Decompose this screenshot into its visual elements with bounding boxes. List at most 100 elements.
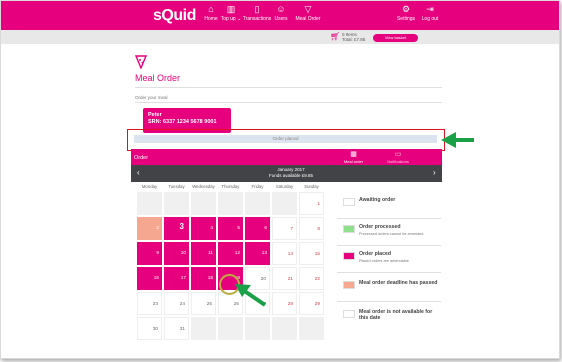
- weekday-header: Tuesday: [168, 184, 185, 189]
- calendar-day[interactable]: 6: [245, 217, 270, 240]
- weekday-header: Saturday: [275, 184, 294, 189]
- next-month-arrow[interactable]: ›: [433, 168, 436, 177]
- calendar-day[interactable]: 23: [137, 292, 162, 315]
- calendar-day[interactable]: 16: [137, 267, 162, 290]
- calendar-day[interactable]: 30: [137, 317, 162, 340]
- app-frame: sQuid ⌂ Home ▥ Top up ⌄ ▯ Transactions ☺…: [0, 0, 560, 359]
- weekday-header: Monday: [141, 184, 158, 189]
- calendar-empty-cell: [272, 192, 297, 215]
- calendar-day-number: 11: [208, 250, 213, 255]
- calendar-day-number: 31: [179, 326, 185, 331]
- calendar-day[interactable]: 3: [164, 217, 189, 240]
- calendar-day-number: 16: [153, 275, 159, 280]
- legend-title: Order processed: [359, 224, 401, 230]
- calendar-day-number: 23: [152, 301, 158, 306]
- meal-order-icon: [134, 55, 148, 72]
- calendar-day[interactable]: 25: [191, 292, 216, 315]
- legend-item: Order processed Processed orders cannot b…: [337, 221, 441, 245]
- calendar-day[interactable]: 31: [164, 317, 189, 340]
- calendar-day-number: 5: [237, 225, 240, 230]
- calendar-day-number: 22: [314, 276, 320, 281]
- legend-title: Order placed: [359, 251, 392, 257]
- calendar-day[interactable]: 12: [218, 242, 243, 265]
- annotation-arrow-order-placed: [441, 132, 474, 148]
- calendar-day-number: 30: [152, 326, 158, 331]
- calendar-day-number: 14: [287, 251, 293, 256]
- month-title: January 2017 Funds available £9.85: [261, 167, 321, 178]
- calendar-empty-cell: [245, 192, 270, 215]
- calendar-day[interactable]: 17: [164, 267, 189, 290]
- divider: [337, 272, 441, 273]
- legend-title: Awaiting order: [359, 197, 396, 203]
- divider: [337, 245, 441, 246]
- calendar-day-number: 2: [156, 225, 159, 230]
- logout-icon: ⇥: [426, 4, 434, 14]
- calendar-empty-cell: [218, 192, 243, 215]
- calendar-day[interactable]: 9: [137, 242, 162, 265]
- student-name: Peter: [148, 112, 162, 118]
- calendar-day-number: 29: [314, 301, 320, 306]
- legend-title: Meal order is not available for this dat…: [359, 309, 433, 321]
- weekday-header: Wednesday: [192, 184, 215, 189]
- tab-notifications-label: Notifications: [387, 159, 409, 164]
- divider: [337, 301, 441, 302]
- legend-swatch: [343, 310, 355, 318]
- calendar-day[interactable]: 22: [299, 267, 324, 290]
- calendar-day[interactable]: 15: [299, 242, 324, 265]
- view-basket-button[interactable]: View basket: [373, 34, 418, 42]
- divider: [337, 218, 441, 219]
- calendar-day[interactable]: 14: [272, 242, 297, 265]
- calendar-empty-cell: [191, 317, 216, 340]
- calendar-day[interactable]: 29: [299, 292, 324, 315]
- legend-item: Meal order is not available for this dat…: [337, 306, 441, 330]
- nav-meal-order[interactable]: ▽ Meal Order: [288, 3, 328, 22]
- nav-meal-order-label: Meal Order: [295, 16, 321, 22]
- weekday-header: Friday: [251, 184, 264, 189]
- calendar-day[interactable]: 8: [299, 217, 324, 240]
- calendar-day-number: 1: [317, 201, 320, 206]
- calendar-day[interactable]: 11: [191, 242, 216, 265]
- basket-icon: 🛒︎: [330, 32, 341, 41]
- basket-bar: [1, 30, 559, 44]
- calendar-day-number: 4: [210, 225, 213, 230]
- calendar-day[interactable]: 4: [191, 217, 216, 240]
- weekday-header: Thursday: [221, 184, 240, 189]
- calendar-day[interactable]: 21: [272, 267, 297, 290]
- weekday-header: Sunday: [304, 184, 319, 189]
- calendar-day-number: 12: [234, 250, 240, 255]
- calendar-day[interactable]: 7: [272, 217, 297, 240]
- squid-logo[interactable]: sQuid: [153, 7, 196, 25]
- calendar-empty-cell: [299, 317, 324, 340]
- legend-swatch: [343, 225, 355, 233]
- calendar-empty-cell: [272, 317, 297, 340]
- basket-total: Total: £7.85: [342, 37, 366, 42]
- legend-subtitle: Processed orders cannot be amended: [359, 232, 424, 236]
- calendar-day[interactable]: 24: [164, 292, 189, 315]
- calendar-day[interactable]: 10: [164, 242, 189, 265]
- calendar-day-number: 9: [156, 250, 159, 255]
- page-subtitle: Order your meal: [135, 95, 168, 100]
- divider: [135, 87, 442, 88]
- tab-notifications[interactable]: ▭ Notifications: [383, 151, 413, 164]
- calendar-empty-cell: [164, 192, 189, 215]
- prev-month-arrow[interactable]: ‹: [137, 168, 140, 177]
- calendar-day-number: 10: [180, 250, 186, 255]
- divider: [135, 102, 442, 103]
- calendar-day-number: 21: [287, 276, 293, 281]
- calendar-day[interactable]: 2: [137, 217, 162, 240]
- legend-item: Meal order deadline has passed: [337, 277, 441, 301]
- calendar-day[interactable]: 18: [191, 267, 216, 290]
- calendar-day[interactable]: 13: [245, 242, 270, 265]
- notification-icon: ▭: [394, 151, 402, 158]
- funds-available: Funds available £9.85: [268, 172, 314, 178]
- calendar-day[interactable]: 1: [299, 192, 324, 215]
- student-srn: SRN: 6337 1234 5678 9001: [148, 119, 217, 125]
- calendar-day[interactable]: 28: [272, 292, 297, 315]
- calendar-icon: ▦: [350, 151, 357, 158]
- order-placed-status: Order placed: [134, 135, 437, 143]
- calendar-day[interactable]: 5: [218, 217, 243, 240]
- tab-meal-order[interactable]: ▦ Meal order: [341, 151, 366, 164]
- calendar-empty-cell: [245, 317, 270, 340]
- nav-logout-label: Log out: [421, 16, 439, 22]
- nav-logout[interactable]: ⇥ Log out: [410, 3, 450, 22]
